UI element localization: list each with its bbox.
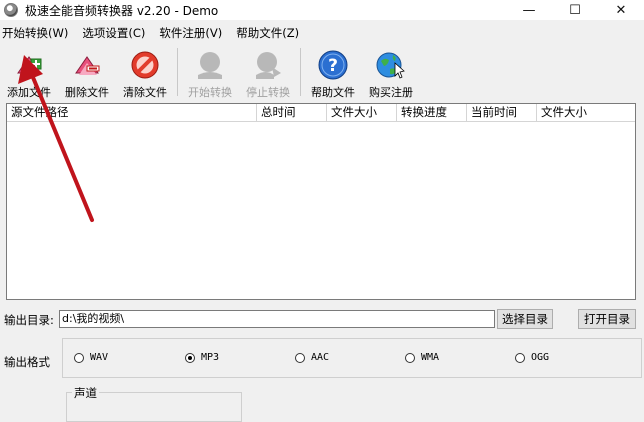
title-bar: 极速全能音频转换器 v2.20 - Demo — ☐ ✕ — [0, 0, 644, 20]
format-label-mp3: MP3 — [201, 352, 220, 363]
delete-file-button[interactable]: 删除文件 — [58, 44, 116, 100]
start-convert-button[interactable]: 开始转换 — [181, 44, 239, 100]
format-radio-ogg[interactable]: OGG — [515, 352, 549, 363]
radio-button-selected — [185, 352, 195, 363]
toolbar-separator — [300, 48, 301, 96]
menu-start-convert[interactable]: 开始转换(W) — [0, 25, 74, 41]
radio-button — [74, 352, 84, 363]
output-format-group — [62, 338, 642, 378]
clear-files-button[interactable]: 清除文件 — [116, 44, 174, 100]
buy-register-icon — [376, 52, 405, 79]
select-dir-button[interactable]: 选择目录 — [497, 309, 553, 329]
column-source-path[interactable]: 源文件路径 — [7, 104, 257, 121]
start-convert-label: 开始转换 — [188, 86, 232, 99]
stop-convert-button[interactable]: 停止转换 — [239, 44, 297, 100]
toolbar: 添加文件 删除文件 清除文件 开始转换 停止转换 ? 帮助文件 购买注册 — [0, 44, 644, 100]
toolbar-separator — [177, 48, 178, 96]
format-radio-wma[interactable]: WMA — [405, 352, 439, 363]
window-controls: — ☐ ✕ — [506, 0, 644, 20]
menu-options[interactable]: 选项设置(C) — [80, 25, 151, 41]
radio-button — [515, 352, 525, 363]
delete-file-icon — [75, 56, 100, 75]
add-file-icon — [17, 56, 42, 75]
radio-button — [295, 352, 305, 363]
maximize-button[interactable]: ☐ — [552, 0, 598, 20]
add-file-label: 添加文件 — [7, 86, 51, 99]
output-format-label: 输出格式 — [4, 355, 50, 369]
format-radio-wav[interactable]: WAV — [74, 352, 108, 363]
file-list[interactable]: 源文件路径 总时间 文件大小 转换进度 当前时间 文件大小 — [6, 103, 636, 300]
file-list-header: 源文件路径 总时间 文件大小 转换进度 当前时间 文件大小 — [7, 104, 635, 122]
help-icon: ? — [318, 50, 348, 80]
help-file-label: 帮助文件 — [311, 86, 355, 99]
clear-files-icon — [131, 51, 159, 79]
stop-convert-icon — [256, 52, 281, 79]
menu-help[interactable]: 帮助文件(Z) — [234, 25, 305, 41]
column-file-size[interactable]: 文件大小 — [327, 104, 397, 121]
column-output-size[interactable]: 文件大小 — [537, 104, 635, 121]
stop-convert-label: 停止转换 — [246, 86, 290, 99]
open-dir-button[interactable]: 打开目录 — [578, 309, 636, 329]
format-label-wav: WAV — [90, 352, 109, 363]
clear-files-label: 清除文件 — [123, 86, 167, 99]
help-file-button[interactable]: ? 帮助文件 — [304, 44, 362, 100]
column-total-time[interactable]: 总时间 — [257, 104, 327, 121]
close-button[interactable]: ✕ — [598, 0, 644, 20]
output-dir-label: 输出目录: — [4, 313, 54, 327]
add-file-button[interactable]: 添加文件 — [0, 44, 58, 100]
radio-button — [405, 352, 415, 363]
svg-text:?: ? — [328, 56, 338, 76]
format-radio-aac[interactable]: AAC — [295, 352, 329, 363]
menu-register[interactable]: 软件注册(V) — [157, 25, 228, 41]
channel-group-label: 声道 — [72, 385, 99, 401]
format-label-wma: WMA — [421, 352, 440, 363]
start-convert-icon — [198, 52, 222, 79]
format-label-ogg: OGG — [531, 352, 550, 363]
minimize-button[interactable]: — — [506, 0, 552, 20]
format-radio-mp3[interactable]: MP3 — [185, 352, 219, 363]
buy-register-button[interactable]: 购买注册 — [362, 44, 420, 100]
buy-register-label: 购买注册 — [369, 86, 413, 99]
column-convert-progress[interactable]: 转换进度 — [397, 104, 467, 121]
app-icon — [4, 3, 18, 17]
window-title: 极速全能音频转换器 v2.20 - Demo — [25, 3, 219, 18]
delete-file-label: 删除文件 — [65, 86, 109, 99]
format-label-aac: AAC — [311, 352, 330, 363]
menu-bar: 开始转换(W) 选项设置(C) 软件注册(V) 帮助文件(Z) — [0, 22, 644, 44]
column-current-time[interactable]: 当前时间 — [467, 104, 537, 121]
output-dir-input[interactable]: d:\我的视频\ — [59, 310, 495, 328]
